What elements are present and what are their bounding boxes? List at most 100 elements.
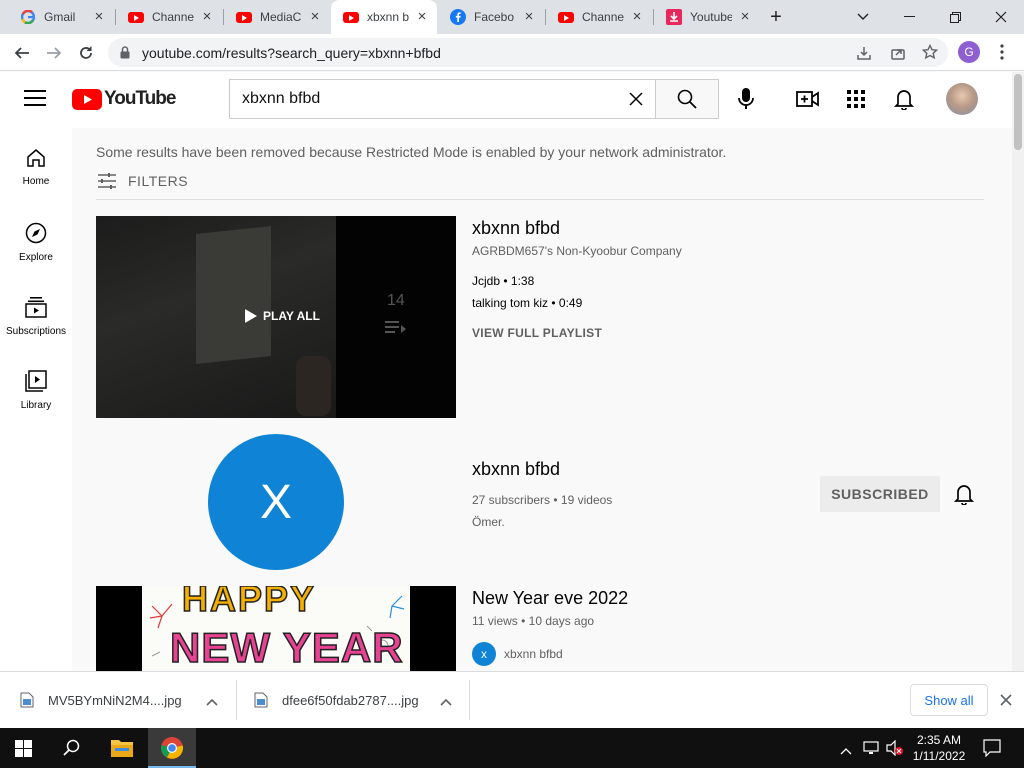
close-tab-icon[interactable]: × — [308, 9, 322, 24]
search-query-text[interactable]: xbxnn bfbd — [242, 90, 320, 108]
search-taskbar-icon[interactable] — [63, 739, 81, 762]
chevron-up-icon[interactable] — [206, 694, 218, 709]
subscribed-button[interactable]: SUBSCRIBED — [820, 476, 940, 512]
page-scrollbar[interactable] — [1012, 72, 1024, 671]
download-item[interactable]: MV5BYmNiN2M4....jpg — [20, 680, 226, 720]
filters-button[interactable]: FILTERS — [96, 170, 188, 192]
close-tab-icon[interactable]: × — [522, 9, 536, 24]
tab-channel-1[interactable]: Channel × — [116, 0, 222, 34]
clock-time: 2:35 AM — [916, 733, 962, 747]
lock-icon[interactable] — [120, 46, 130, 64]
notifications-bell-icon[interactable] — [893, 88, 915, 115]
search-input[interactable]: xbxnn bfbd — [229, 79, 656, 119]
address-bar[interactable]: youtube.com/results?search_query=xbxnn+b… — [108, 38, 948, 67]
image-file-icon — [20, 692, 34, 708]
browser-menu-icon[interactable] — [994, 43, 1010, 61]
filters-label: FILTERS — [128, 173, 189, 189]
tab-search-icon[interactable] — [840, 0, 886, 34]
tab-channel-2[interactable]: Channel × — [546, 0, 652, 34]
clear-search-icon[interactable] — [628, 91, 644, 112]
sidebar-item-library[interactable]: Library — [0, 358, 72, 432]
sidebar-item-explore[interactable]: Explore — [0, 210, 72, 284]
playlist-count: 14 — [387, 292, 405, 309]
windows-start-icon[interactable] — [15, 740, 32, 762]
forward-button[interactable] — [40, 39, 68, 67]
tab-mediac[interactable]: MediaC × — [224, 0, 330, 34]
video-title[interactable]: New Year eve 2022 — [472, 588, 628, 609]
clock[interactable]: 2:35 AM 1/11/2022 — [900, 732, 978, 764]
tab-gmail[interactable]: Gmail × — [8, 0, 114, 34]
channel-stats: 27 subscribers • 19 videos — [472, 493, 613, 507]
sidebar-item-subscriptions[interactable]: Subscriptions — [0, 284, 72, 358]
channel-title[interactable]: xbxnn bfbd — [472, 459, 560, 480]
new-tab-button[interactable]: + — [754, 0, 798, 34]
create-video-icon[interactable] — [796, 89, 820, 114]
bookmark-star-icon[interactable] — [921, 43, 939, 65]
close-window-button[interactable] — [978, 0, 1024, 34]
download-item[interactable]: dfee6f50fdab2787....jpg — [254, 680, 460, 720]
download-divider — [236, 680, 237, 720]
youtube-icon — [128, 9, 144, 25]
file-explorer-icon[interactable] — [110, 737, 134, 764]
playlist-thumbnail[interactable]: 14 PLAY ALL — [96, 216, 456, 418]
tab-xbxnn-active[interactable]: xbxnn b × — [331, 0, 437, 34]
browser-tab-strip: Gmail × Channel × MediaC × xbxnn b × Fac… — [0, 0, 1024, 34]
restore-button[interactable] — [932, 0, 978, 34]
install-app-icon[interactable] — [856, 45, 872, 66]
chevron-up-icon[interactable] — [440, 694, 452, 709]
video-channel-link[interactable]: x xbxnn bfbd — [472, 642, 563, 666]
search-button[interactable] — [655, 79, 719, 119]
playlist-item-name: talking tom kiz — [472, 296, 549, 310]
close-download-bar-icon[interactable] — [1000, 693, 1012, 711]
apps-grid-icon[interactable] — [847, 90, 865, 113]
reload-button[interactable] — [72, 39, 100, 67]
playlist-item[interactable]: talking tom kiz • 0:49 — [472, 296, 582, 310]
playlist-channel[interactable]: AGRBDM657's Non-Kyoobur Company — [472, 244, 682, 258]
network-icon[interactable] — [863, 740, 879, 761]
channel-notification-bell-icon[interactable] — [953, 483, 975, 510]
playlist-item-duration: 1:38 — [510, 274, 535, 288]
profile-avatar[interactable]: G — [958, 41, 980, 63]
view-full-playlist-link[interactable]: VIEW FULL PLAYLIST — [472, 326, 602, 340]
youtube-sidebar: Home Explore Subscriptions Library — [0, 128, 72, 671]
video-thumbnail[interactable]: HAPPY NEW YEAR — [96, 586, 456, 671]
menu-hamburger-icon[interactable] — [24, 89, 46, 112]
user-avatar[interactable] — [946, 83, 978, 115]
show-all-button[interactable]: Show all — [910, 684, 988, 716]
notification-center-icon[interactable] — [983, 739, 1001, 762]
tab-youtube-downloader[interactable]: Youtube × — [654, 0, 760, 34]
scrollbar-thumb[interactable] — [1014, 74, 1022, 150]
search-results: Some results have been removed because R… — [72, 128, 1012, 671]
close-tab-icon[interactable]: × — [200, 9, 214, 24]
play-icon — [245, 309, 257, 323]
close-tab-icon[interactable]: × — [415, 9, 429, 24]
subscriber-count: 27 subscribers — [472, 493, 551, 507]
tab-title: xbxnn b — [367, 10, 409, 24]
tab-facebook[interactable]: Facebo × — [438, 0, 544, 34]
close-tab-icon[interactable]: × — [630, 9, 644, 24]
share-icon[interactable] — [890, 45, 906, 66]
playlist-item-name: Jcjdb — [472, 274, 501, 288]
youtube-icon — [236, 9, 252, 25]
minimize-button[interactable] — [886, 0, 932, 34]
tab-title: Facebo — [474, 10, 515, 24]
show-hidden-icons-chevron-icon[interactable] — [840, 742, 852, 760]
windows-taskbar: 2:35 AM 1/11/2022 — [0, 728, 1024, 768]
download-bar: MV5BYmNiN2M4....jpg dfee6f50fdab2787....… — [0, 671, 1024, 728]
voice-search-icon[interactable] — [737, 87, 755, 116]
chrome-taskbar-button[interactable] — [148, 728, 196, 768]
close-tab-icon[interactable]: × — [738, 9, 752, 24]
playlist-item[interactable]: Jcjdb • 1:38 — [472, 274, 534, 288]
url-text[interactable]: youtube.com/results?search_query=xbxnn+b… — [142, 45, 441, 61]
youtube-logo[interactable]: YouTube — [72, 88, 176, 110]
google-icon — [20, 9, 36, 25]
channel-avatar[interactable]: X — [208, 434, 344, 570]
video-channel-name: xbxnn bfbd — [504, 647, 563, 661]
back-button[interactable] — [8, 39, 36, 67]
play-all-button[interactable]: PLAY ALL — [244, 308, 320, 324]
subscriptions-icon — [25, 297, 47, 318]
close-tab-icon[interactable]: × — [92, 9, 106, 24]
tab-title: Channel — [582, 10, 624, 24]
playlist-title[interactable]: xbxnn bfbd — [472, 218, 560, 239]
sidebar-item-home[interactable]: Home — [0, 136, 72, 210]
